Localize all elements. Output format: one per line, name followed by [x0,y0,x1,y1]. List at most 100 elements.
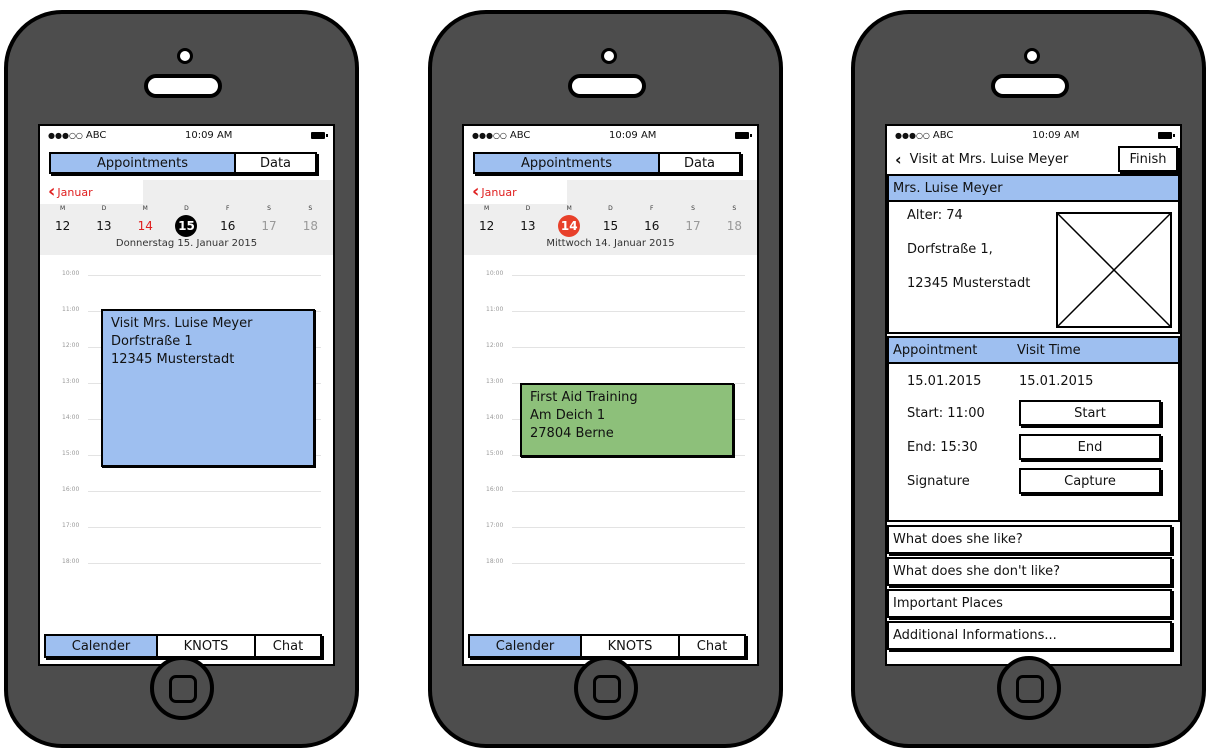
start-button[interactable]: Start [1019,400,1161,426]
hour-row: 18:00 [464,558,757,565]
person-city: 12345 Musterstadt [907,276,1031,291]
hour-row: 17:00 [464,522,757,529]
date-cell[interactable]: 15 [590,214,631,238]
segment-appointments[interactable]: Appointments [475,154,660,172]
event-title: Visit Mrs. Luise Meyer [111,316,253,331]
person-header: Mrs. Luise Meyer [887,174,1180,202]
weekday-label: S [691,205,695,212]
visit-detail-screen: ●●●○○ ABC 10:09 AM ‹ Visit at Mrs. Luise … [885,124,1182,666]
tab-knots[interactable]: KNOTS [582,636,680,656]
event-street: Dorfstraße 1 [111,334,193,349]
date-cell-today[interactable]: 14 [125,214,166,238]
hour-row: 16:00 [464,486,757,493]
tab-calendar[interactable]: Calender [470,636,582,656]
end-time: End: 15:30 [907,440,978,455]
weekday-label: D [184,205,189,212]
hour-row: 17:00 [40,522,333,529]
month-back-button[interactable]: ‹ Januar [40,180,143,204]
signal-icon: ●●●○○ [48,130,83,140]
date-cell[interactable]: 17 [672,214,713,238]
section-dislikes[interactable]: What does she don't like? [887,557,1172,586]
image-placeholder-cross [1057,213,1171,327]
visit-date: 15.01.2015 [1019,374,1094,389]
date-cell[interactable]: 17 [248,214,289,238]
event-visit-meyer[interactable]: Visit Mrs. Luise Meyer Dorfstraße 1 1234… [101,309,315,467]
phone-frame-3: ●●●○○ ABC 10:09 AM ‹ Visit at Mrs. Luise … [851,10,1206,748]
status-time: 10:09 AM [1031,129,1080,141]
date-cell[interactable]: 18 [714,214,755,238]
appointment-col-label: Appointment [893,342,978,358]
day-timeline: 10:00 11:00 12:00 13:00 14:00 15:00 16:0… [40,255,333,565]
battery-icon [734,131,752,139]
tab-chat[interactable]: Chat [256,636,320,656]
date-cell[interactable]: 13 [83,214,124,238]
camera-icon [600,48,617,64]
event-title: First Aid Training [530,390,638,405]
home-square-icon [168,675,197,703]
finish-button[interactable]: Finish [1118,146,1178,172]
tab-calendar[interactable]: Calender [46,636,158,656]
start-time: Start: 11:00 [907,406,985,421]
section-likes[interactable]: What does she like? [887,525,1172,554]
event-city: 12345 Musterstadt [111,352,235,367]
person-age: Alter: 74 [907,208,963,223]
date-cell-selected[interactable]: 15 [166,214,207,238]
section-additional-info[interactable]: Additional Informations... [887,621,1172,650]
weekday-label: M [60,205,66,212]
segment-appointments[interactable]: Appointments [51,154,236,172]
home-button[interactable] [996,656,1061,720]
calendar-screen-1: ●●●○○ ABC 10:09 AM Appointments Data ‹ Jan… [38,124,335,666]
home-button[interactable] [573,656,638,720]
weekday-label: D [101,205,107,212]
date-cell[interactable]: 12 [466,214,507,238]
speaker-grille [143,74,222,98]
week-calendar: ‹ Januar M D M D F S S 12 13 14 15 16 17 … [464,180,757,255]
month-back-button[interactable]: ‹ Januar [464,180,567,204]
date-row: 12 13 14 15 16 17 18 [464,214,757,238]
speaker-grille [567,74,646,98]
date-cell[interactable]: 16 [631,214,672,238]
weekday-label: S [732,205,737,212]
home-square-icon [592,675,621,703]
weekday-row: M D M D F S S [40,204,333,214]
chevron-left-icon: ‹ [48,181,56,202]
calendar-screen-2: ●●●○○ ABC 10:09 AM Appointments Data ‹ Jan… [462,124,759,666]
appointment-header: Appointment Visit Time [887,336,1180,364]
signature-label: Signature [907,474,970,489]
date-cell[interactable]: 18 [290,214,331,238]
back-chevron-icon[interactable]: ‹ [895,150,902,169]
selected-date-text: Mittwoch 14. Januar 2015 [546,238,675,249]
tab-knots[interactable]: KNOTS [158,636,256,656]
tab-chat[interactable]: Chat [680,636,744,656]
date-cell[interactable]: 13 [507,214,548,238]
date-cell[interactable]: 16 [207,214,248,238]
weekday-label: D [608,205,613,212]
camera-icon [1023,48,1040,64]
weekday-label: S [308,205,313,212]
event-first-aid-training[interactable]: First Aid Training Am Deich 1 27804 Bern… [520,383,734,457]
weekday-label: F [650,205,654,212]
date-cell-selected[interactable]: 14 [549,214,590,238]
hour-row: 10:00 [464,270,757,277]
speaker-grille [990,74,1069,98]
capture-button[interactable]: Capture [1019,468,1161,494]
hour-row: 18:00 [40,558,333,565]
camera-icon [176,48,193,64]
selected-date-text: Donnerstag 15. Januar 2015 [115,238,258,249]
appointment-date: 15.01.2015 [907,374,982,389]
tab-bar: Calender KNOTS Chat [44,634,322,658]
photo-placeholder-icon [1056,212,1172,328]
home-button[interactable] [149,656,214,720]
section-important-places[interactable]: Important Places [887,589,1172,618]
segment-data[interactable]: Data [660,154,739,172]
weekday-label: M [142,205,148,212]
hour-row: 10:00 [40,270,333,277]
phone-frame-2: ●●●○○ ABC 10:09 AM Appointments Data ‹ Jan… [428,10,783,748]
tab-bar: Calender KNOTS Chat [468,634,746,658]
date-cell[interactable]: 12 [42,214,83,238]
weekday-label: M [566,205,572,212]
segment-data[interactable]: Data [236,154,315,172]
end-button[interactable]: End [1019,434,1161,460]
weekday-label: M [484,205,490,212]
person-street: Dorfstraße 1, [907,242,993,257]
